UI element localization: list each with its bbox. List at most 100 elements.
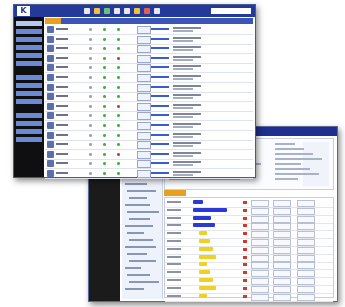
row-link[interactable] (151, 76, 169, 78)
table-row[interactable] (45, 63, 253, 74)
tree-item[interactable] (127, 190, 156, 192)
header-tab-active[interactable] (45, 18, 61, 24)
row-action-button[interactable] (137, 141, 151, 150)
tree-item[interactable] (129, 197, 147, 199)
tree-item[interactable] (127, 232, 144, 234)
toolbar-icon[interactable] (134, 8, 140, 14)
row-action-button[interactable] (137, 150, 151, 159)
row-action-button[interactable] (137, 160, 151, 169)
table-row[interactable] (45, 35, 253, 45)
row-action-button[interactable] (137, 102, 151, 111)
row-action-button[interactable] (137, 93, 151, 102)
tree-item[interactable] (125, 204, 150, 206)
table-row[interactable] (45, 150, 253, 160)
table-row[interactable] (45, 54, 253, 64)
row-action-button[interactable] (137, 122, 151, 130)
row-action-button[interactable] (137, 74, 151, 82)
tree-item[interactable] (127, 211, 159, 213)
row-link[interactable] (151, 85, 169, 88)
row-action-button[interactable] (137, 26, 151, 34)
toolbar-icon[interactable] (124, 8, 130, 14)
status-dot (103, 85, 106, 89)
sidebar-item[interactable] (16, 91, 42, 96)
table-row[interactable] (45, 102, 253, 112)
row-link[interactable] (151, 124, 169, 126)
tree-item[interactable] (129, 239, 153, 241)
table-row[interactable] (45, 140, 253, 151)
sidebar-item[interactable] (16, 99, 42, 104)
sidebar-item[interactable] (16, 129, 42, 134)
row-link[interactable] (151, 56, 169, 59)
sidebar-item[interactable] (16, 83, 42, 88)
value-cell[interactable] (273, 293, 291, 301)
toolbar-icon[interactable] (114, 8, 120, 14)
tree-item[interactable] (125, 225, 153, 227)
table-row[interactable] (45, 25, 253, 35)
tree-item[interactable] (125, 267, 141, 269)
table-row[interactable] (45, 169, 253, 179)
alert-marker (243, 201, 247, 204)
grid-row[interactable] (165, 292, 333, 302)
sidebar-item[interactable] (16, 37, 42, 42)
row-action-button[interactable] (137, 35, 151, 44)
row-link[interactable] (151, 172, 169, 174)
row-link[interactable] (151, 104, 169, 107)
row-action-button[interactable] (137, 131, 151, 140)
tree-item[interactable] (125, 288, 144, 290)
table-row[interactable] (45, 121, 253, 131)
tree-item[interactable] (129, 281, 159, 283)
table-row[interactable] (45, 131, 253, 141)
value-bar (199, 293, 207, 298)
tab-active[interactable] (164, 190, 186, 196)
toolbar-icon[interactable] (94, 8, 100, 14)
row-action-button[interactable] (137, 45, 151, 54)
table-row[interactable] (45, 73, 253, 83)
row-action-button[interactable] (137, 112, 151, 121)
row-link[interactable] (151, 162, 169, 165)
row-link[interactable] (151, 152, 169, 155)
row-link[interactable] (151, 28, 169, 30)
table-row[interactable] (45, 44, 253, 55)
toolbar-icon[interactable] (154, 8, 160, 14)
table-row[interactable] (45, 111, 253, 122)
table-row[interactable] (45, 92, 253, 103)
tree-item[interactable] (125, 246, 156, 248)
sidebar-item[interactable] (16, 113, 42, 118)
value-cell[interactable] (251, 293, 269, 301)
table-row[interactable] (45, 159, 253, 170)
row-link[interactable] (151, 47, 169, 50)
row-action-button[interactable] (137, 83, 151, 92)
tree-item[interactable] (129, 260, 156, 262)
sidebar-item[interactable] (16, 21, 42, 26)
tree-item[interactable] (127, 274, 150, 276)
row-link[interactable] (151, 95, 169, 98)
tree-item[interactable] (129, 218, 150, 220)
sidebar-item[interactable] (16, 29, 42, 34)
sidebar-item[interactable] (16, 45, 42, 50)
value-cell[interactable] (297, 293, 315, 301)
sidebar-item[interactable] (16, 75, 42, 80)
row-link[interactable] (151, 133, 169, 136)
row-link[interactable] (151, 66, 169, 69)
row-link[interactable] (151, 114, 169, 117)
checkbox-column[interactable] (303, 142, 329, 186)
sidebar-item[interactable] (16, 121, 42, 126)
toolbar-icon[interactable] (84, 8, 90, 14)
row-description (173, 171, 201, 173)
row-link[interactable] (151, 37, 169, 40)
sidebar-item[interactable] (16, 61, 42, 66)
alert-marker (243, 247, 247, 251)
toolbar-icon[interactable] (144, 8, 150, 14)
row-action-button[interactable] (137, 54, 151, 63)
row-action-button[interactable] (137, 64, 151, 73)
sidebar-item[interactable] (16, 137, 42, 142)
row-action-button[interactable] (137, 170, 151, 178)
row-link[interactable] (151, 143, 169, 146)
table-row[interactable] (45, 83, 253, 93)
row-description (173, 97, 193, 100)
tree-item[interactable] (127, 253, 147, 255)
tree-item[interactable] (125, 183, 147, 185)
search-input[interactable] (211, 8, 251, 14)
toolbar-icon[interactable] (104, 8, 110, 14)
sidebar-item[interactable] (16, 53, 42, 58)
